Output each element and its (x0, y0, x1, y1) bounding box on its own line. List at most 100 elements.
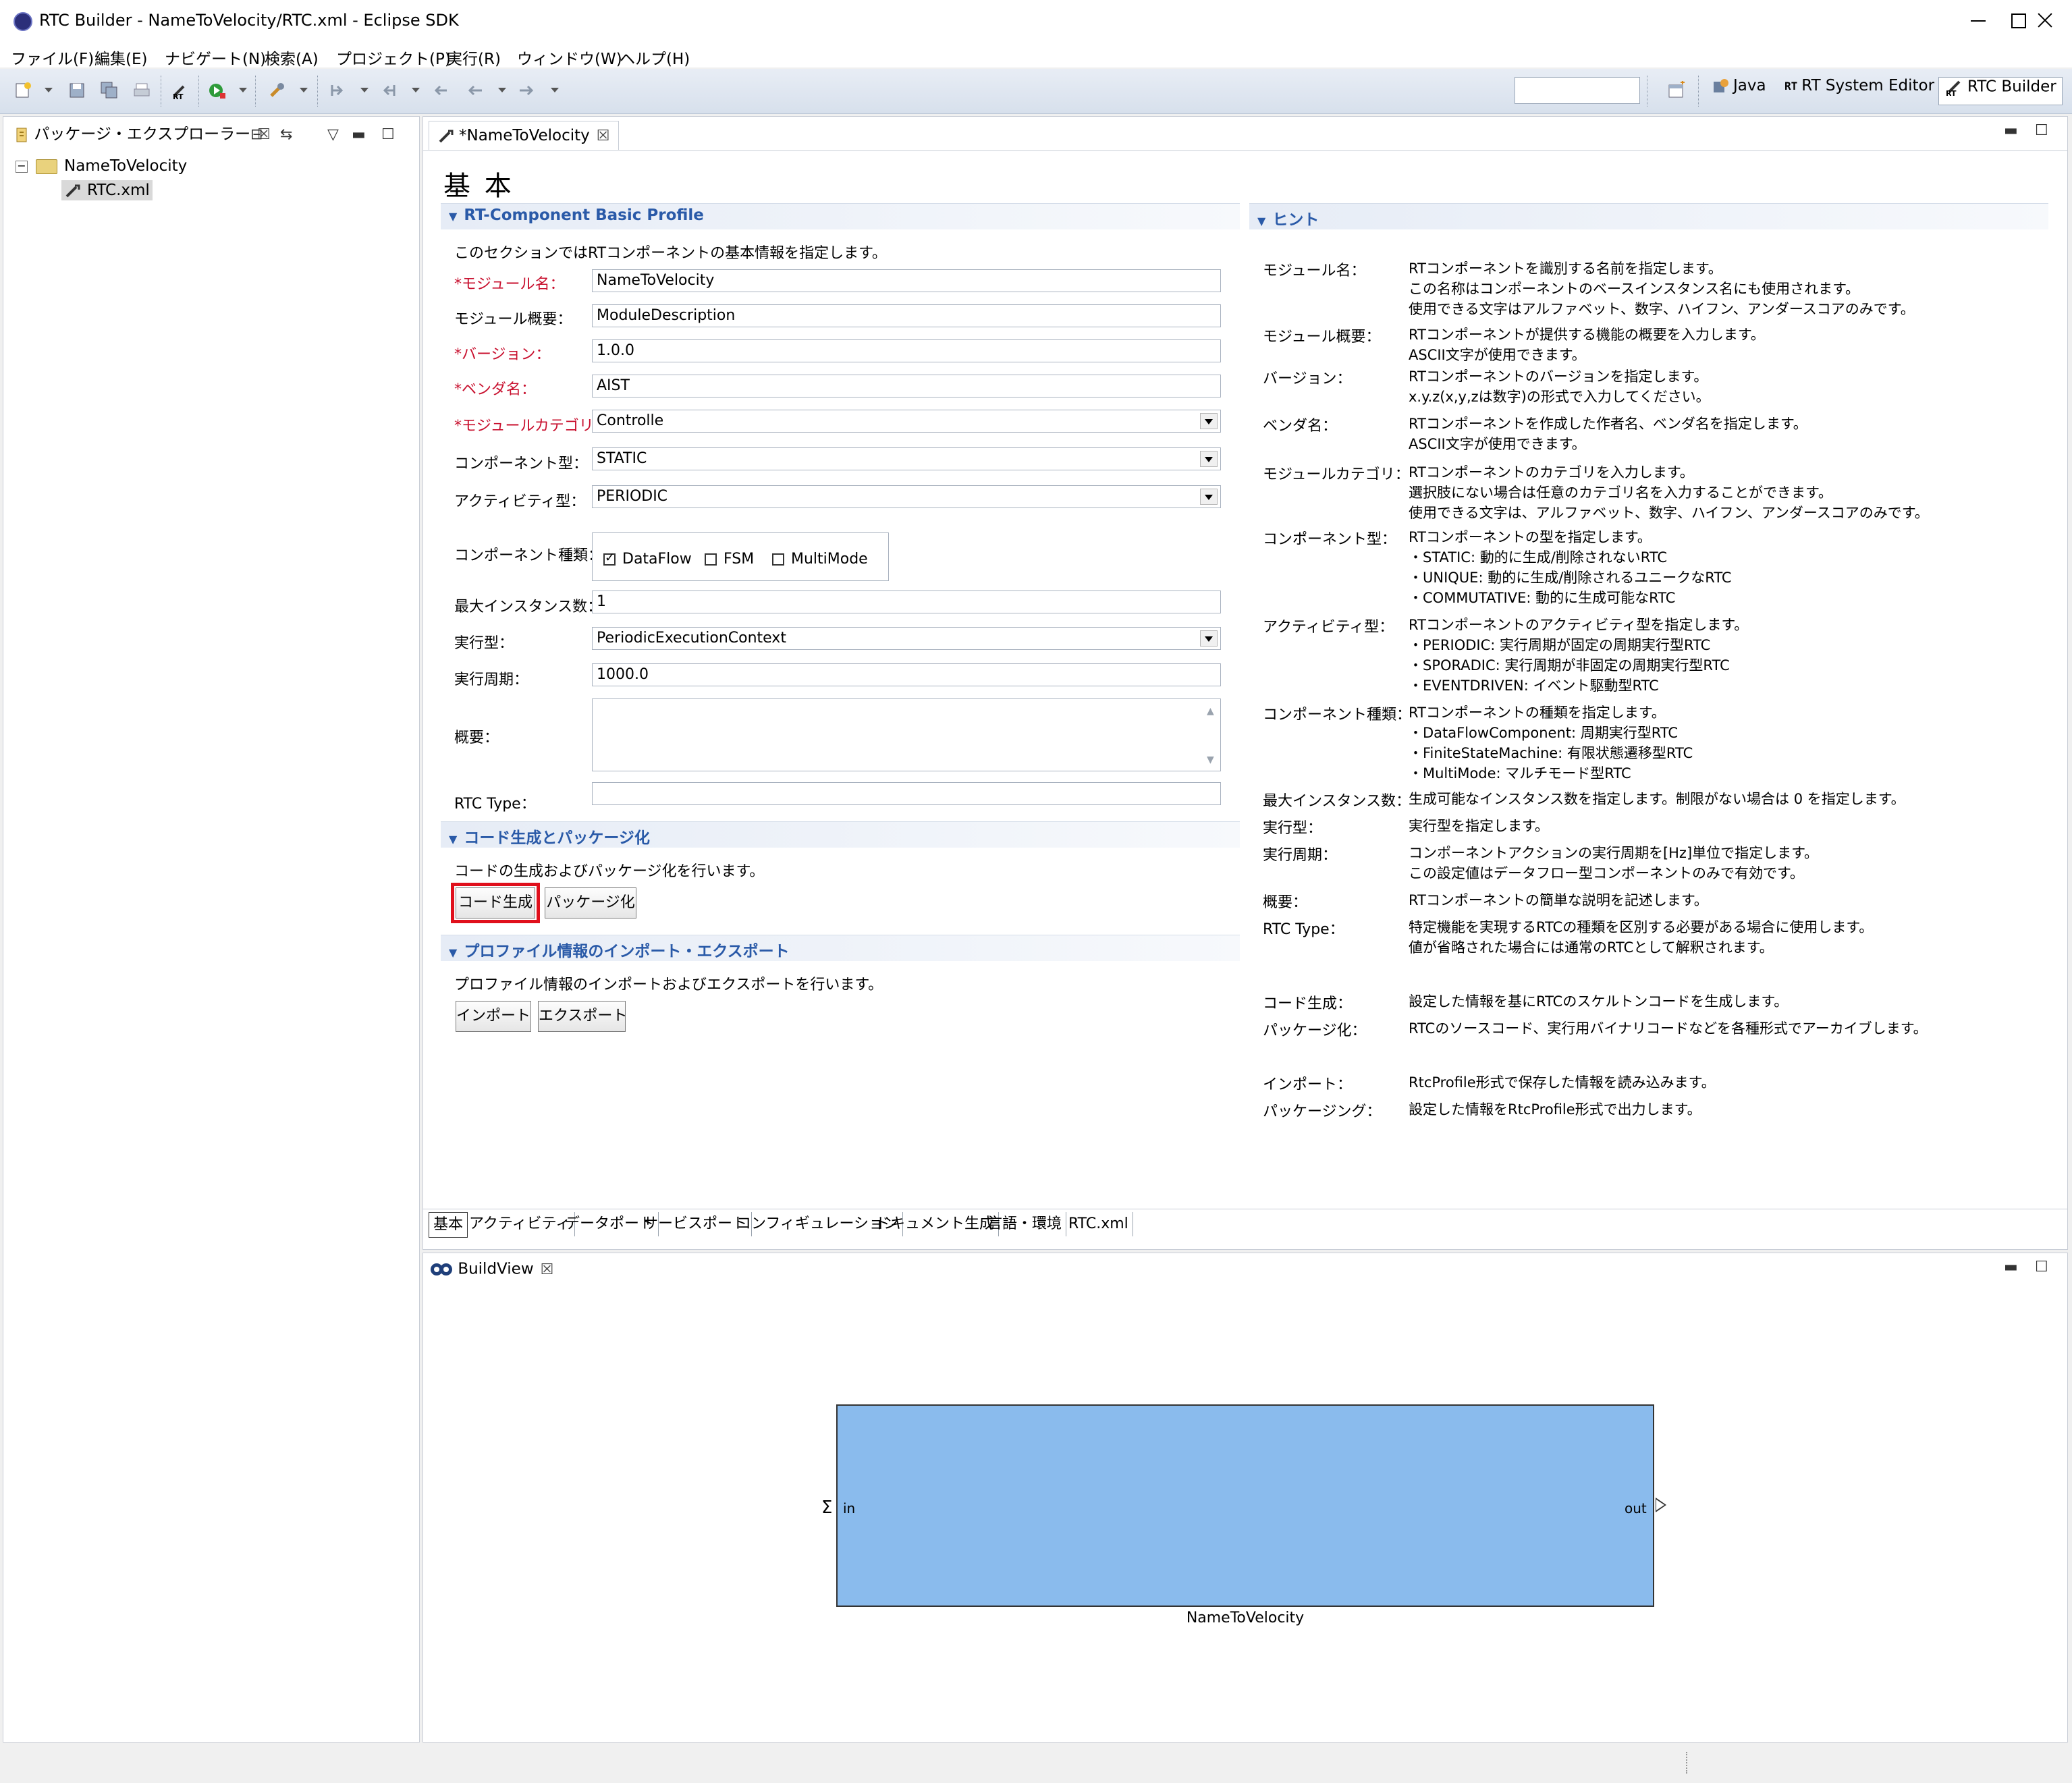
minimize-editor-icon[interactable]: ▬ (2004, 122, 2018, 139)
menu-navigate[interactable]: ナビゲート(N) (165, 46, 266, 69)
checkbox-multimode[interactable]: MultiMode (772, 551, 868, 568)
menu-file[interactable]: ファイル(F) (11, 46, 94, 69)
tab-buildview[interactable]: BuildView ☒ (430, 1260, 553, 1288)
max-instances-field[interactable]: 1 (592, 591, 1221, 613)
version-field[interactable]: 1.0.0 (592, 339, 1221, 362)
forward-dropdown-icon[interactable] (551, 88, 559, 92)
tab-activity[interactable]: アクティビティ (465, 1212, 576, 1236)
chevron-down-icon[interactable] (1205, 457, 1213, 462)
import-button[interactable]: インポート (456, 1001, 531, 1032)
component-type-combo[interactable]: STATIC (592, 447, 1221, 470)
import-export-section-title: プロファイル情報のインポート・エクスポート (449, 938, 789, 961)
maximize-editor-icon[interactable]: ☐ (2035, 122, 2048, 139)
perspective-rt-system-editor[interactable]: RT RT System Editor (1784, 77, 1934, 104)
previous-annotation-icon[interactable] (379, 81, 398, 100)
menu-run[interactable]: 実行(R) (447, 46, 501, 69)
menu-edit[interactable]: 編集(E) (94, 46, 147, 69)
collapse-icon[interactable]: − (16, 160, 28, 173)
new-dropdown-icon[interactable] (45, 88, 53, 92)
menu-search[interactable]: 検索(A) (265, 46, 319, 69)
hint-text-line: 選択肢にない場合は任意のカテゴリ名を入力することができます。 (1409, 485, 1832, 501)
close-editor-tab-icon[interactable]: ☒ (597, 128, 610, 144)
import-export-section-header[interactable]: プロファイル情報のインポート・エクスポート (441, 935, 1240, 961)
checkbox-fsm[interactable]: FSM (705, 551, 754, 568)
maximize-buildview-icon[interactable]: ☐ (2035, 1259, 2048, 1275)
menu-help[interactable]: ヘルプ(H) (620, 46, 690, 69)
close-window-button[interactable] (2025, 5, 2065, 35)
abstract-textarea[interactable]: ▲ ▼ (592, 698, 1221, 771)
module-description-field[interactable]: ModuleDescription (592, 304, 1221, 327)
next-annotation-icon[interactable] (328, 81, 347, 100)
open-perspective-icon[interactable] (1667, 81, 1686, 100)
in-port-icon[interactable]: Σ (821, 1498, 832, 1518)
save-icon[interactable] (67, 81, 86, 100)
rtc-type-field[interactable] (592, 782, 1221, 805)
run-icon[interactable] (208, 81, 227, 100)
menu-window[interactable]: ウィンドウ(W) (517, 46, 622, 69)
back-icon[interactable] (466, 81, 485, 100)
tab-basic[interactable]: 基本 (429, 1212, 468, 1238)
hint-text-line: RTコンポーネントを識別する名前を指定します。 (1409, 260, 1722, 277)
run-dropdown-icon[interactable] (239, 88, 247, 92)
generate-code-button[interactable]: コード生成 (451, 883, 540, 923)
link-with-editor-icon[interactable]: ⇆ (280, 126, 292, 143)
last-edit-location-icon[interactable] (432, 81, 451, 100)
external-tools-icon[interactable] (267, 81, 286, 100)
chevron-down-icon[interactable] (1205, 495, 1213, 500)
collapse-all-icon[interactable]: ⊟ (250, 126, 263, 143)
previous-annotation-dropdown-icon[interactable] (412, 88, 420, 92)
profile-section-header[interactable]: RT-Component Basic Profile (441, 203, 1240, 229)
abstract-scrollbar[interactable]: ▲ ▼ (1201, 701, 1219, 769)
external-tools-dropdown-icon[interactable] (300, 88, 308, 92)
tree-item-project[interactable]: − NameToVelocity (16, 157, 187, 175)
component-block[interactable] (836, 1404, 1654, 1607)
forward-icon[interactable] (517, 81, 536, 100)
new-icon[interactable] (13, 81, 32, 100)
execution-rate-field[interactable]: 1000.0 (592, 663, 1221, 686)
module-name-field[interactable]: NameToVelocity (592, 269, 1221, 292)
tab-package-explorer[interactable]: パッケージ・エクスプローラー ☒ (14, 121, 271, 149)
tab-language-environment[interactable]: 言語・環境 (983, 1212, 1067, 1236)
hint-label: モジュールカテゴリ： (1263, 466, 1410, 483)
minimize-buildview-icon[interactable]: ▬ (2004, 1259, 2018, 1275)
tab-document-generation[interactable]: ドキュメント生成 (871, 1212, 1000, 1236)
codegen-section-title: コード生成とパッケージ化 (449, 825, 650, 848)
hint-text-line: RTコンポーネントのバージョンを指定します。 (1409, 368, 1708, 385)
package-button[interactable]: パッケージ化 (545, 887, 636, 918)
activity-type-label: アクティビティ型： (454, 493, 586, 510)
next-annotation-dropdown-icon[interactable] (360, 88, 369, 92)
maximize-view-icon[interactable]: ☐ (381, 126, 395, 143)
quick-access-field[interactable] (1515, 77, 1640, 104)
back-dropdown-icon[interactable] (498, 88, 506, 92)
perspective-java[interactable]: Java (1712, 77, 1766, 104)
perspective-rtc-builder[interactable]: RT RTC Builder (1938, 77, 2063, 105)
editor-tab[interactable]: *NameToVelocity ☒ (429, 121, 619, 150)
checkbox-dataflow[interactable]: DataFlow (603, 551, 692, 568)
close-tab-icon[interactable]: ☒ (541, 1261, 554, 1278)
checkbox-fsm-label: FSM (724, 551, 755, 568)
export-button[interactable]: エクスポート (538, 1001, 627, 1032)
hint-section-header[interactable]: ヒント (1249, 203, 2048, 229)
minimize-view-icon[interactable]: ▬ (352, 126, 366, 143)
execution-type-combo[interactable]: PeriodicExecutionContext (592, 627, 1221, 650)
tree-item-rtc-xml[interactable]: RTC.xml (61, 180, 153, 200)
menu-project[interactable]: プロジェクト(P) (336, 46, 451, 69)
hint-label: ベンダ名： (1263, 418, 1338, 435)
save-all-icon[interactable] (100, 81, 119, 100)
scroll-down-icon[interactable]: ▼ (1207, 755, 1214, 765)
scroll-up-icon[interactable]: ▲ (1207, 706, 1214, 717)
rtc-builder-icon[interactable]: RT (170, 81, 189, 100)
category-combo[interactable]: Controlle (592, 410, 1221, 433)
chevron-down-icon[interactable] (1205, 419, 1213, 424)
out-port-icon[interactable] (1656, 1498, 1666, 1512)
activity-type-combo[interactable]: PERIODIC (592, 485, 1221, 508)
print-icon[interactable] (132, 81, 151, 100)
hint-text-line: RTコンポーネントの簡単な説明を記述します。 (1409, 892, 1708, 908)
vendor-field[interactable]: AIST (592, 375, 1221, 397)
tab-rtc-xml[interactable]: RTC.xml (1064, 1212, 1133, 1236)
codegen-section-header[interactable]: コード生成とパッケージ化 (441, 821, 1240, 848)
minimize-window-button[interactable] (1957, 5, 1998, 35)
chevron-down-icon[interactable] (1205, 636, 1213, 642)
view-menu-icon[interactable]: ▽ (327, 126, 339, 143)
eclipse-logo-icon (13, 12, 32, 31)
